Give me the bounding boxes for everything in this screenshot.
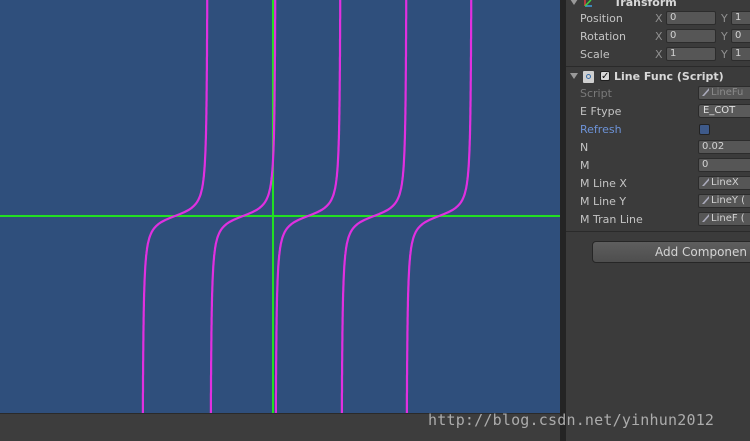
m-label: M	[580, 159, 590, 172]
scale-x-axis: X	[655, 48, 663, 61]
mtranline-field[interactable]: LineF (	[698, 212, 750, 226]
line-func-title: Line Func (Script)	[614, 70, 724, 83]
refresh-label: Refresh	[580, 123, 622, 136]
scale-label: Scale	[580, 48, 610, 61]
mtranline-row: M Tran Line LineF (	[566, 211, 750, 229]
mtranline-value: LineF (	[711, 213, 745, 224]
scale-row: Scale X 1 Y 1	[566, 46, 750, 64]
rotation-label: Rotation	[580, 30, 627, 43]
enabled-checkbox[interactable]: ✓	[600, 71, 610, 82]
script-row: Script LineFu	[566, 85, 750, 103]
n-label: N	[580, 141, 589, 154]
position-x-field[interactable]: 0	[666, 11, 716, 25]
n-row: N 0.02	[566, 139, 750, 157]
ftype-row: E Ftype E_COT	[566, 103, 750, 121]
mliney-label: M Line Y	[580, 195, 627, 208]
foldout-arrow-icon[interactable]	[570, 0, 578, 5]
rotation-x-axis: X	[655, 30, 663, 43]
script-field[interactable]: LineFu	[698, 86, 750, 100]
rotation-row: Rotation X 0 Y 0	[566, 28, 750, 46]
ftype-dropdown[interactable]: E_COT	[698, 104, 750, 118]
cot-curve-branch-1	[141, 0, 209, 413]
inspector-panel: Transform Position X 0 Y 1 Rotation X 0 …	[566, 0, 750, 441]
scene-view[interactable]	[0, 0, 560, 413]
position-label: Position	[580, 12, 623, 25]
watermark-text: http://blog.csdn.net/yinhun2012	[428, 411, 715, 429]
mliney-value: LineY (	[711, 195, 746, 206]
line-renderer-icon	[702, 196, 709, 204]
mliney-field[interactable]: LineY (	[698, 194, 750, 208]
scale-x-field[interactable]: 1	[666, 47, 716, 61]
rotation-x-field[interactable]: 0	[666, 29, 716, 43]
cot-curve-branch-2	[209, 0, 277, 413]
cot-curve-branch-5	[405, 0, 473, 413]
scale-y-axis: Y	[721, 48, 728, 61]
unity-editor: Transform Position X 0 Y 1 Rotation X 0 …	[0, 0, 750, 441]
rotation-y-axis: Y	[721, 30, 728, 43]
position-y-field[interactable]: 1	[731, 11, 750, 25]
m-row: M 0	[566, 157, 750, 175]
add-component-button[interactable]: Add Componen	[592, 241, 750, 263]
script-file-icon	[702, 88, 709, 96]
script-icon	[583, 71, 594, 83]
n-field[interactable]: 0.02	[698, 140, 750, 154]
transform-icon	[584, 0, 592, 7]
cot-curve-branch-3	[274, 0, 342, 413]
ftype-label: E Ftype	[580, 105, 622, 118]
foldout-arrow-icon[interactable]	[570, 73, 578, 79]
line-renderer-icon	[702, 178, 709, 186]
mlinex-field[interactable]: LineX	[698, 176, 750, 190]
line-func-header[interactable]: ✓ Line Func (Script)	[566, 69, 750, 86]
script-value: LineFu	[711, 87, 744, 98]
position-x-axis: X	[655, 12, 663, 25]
component-separator	[566, 231, 750, 232]
scale-y-field[interactable]: 1	[731, 47, 750, 61]
position-row: Position X 0 Y 1	[566, 10, 750, 28]
mliney-row: M Line Y LineY (	[566, 193, 750, 211]
cot-plot	[0, 0, 560, 413]
mlinex-row: M Line X LineX	[566, 175, 750, 193]
line-renderer-icon	[702, 214, 709, 222]
rotation-y-field[interactable]: 0	[731, 29, 750, 43]
script-label: Script	[580, 87, 612, 100]
cot-curve-branch-4	[340, 0, 408, 413]
m-field[interactable]: 0	[698, 158, 750, 172]
mlinex-value: LineX	[711, 177, 739, 188]
mlinex-label: M Line X	[580, 177, 627, 190]
component-separator	[566, 66, 750, 67]
transform-title: Transform	[614, 0, 677, 9]
refresh-row: Refresh	[566, 121, 750, 139]
position-y-axis: Y	[721, 12, 728, 25]
mtranline-label: M Tran Line	[580, 213, 643, 226]
refresh-checkbox[interactable]	[699, 124, 710, 135]
